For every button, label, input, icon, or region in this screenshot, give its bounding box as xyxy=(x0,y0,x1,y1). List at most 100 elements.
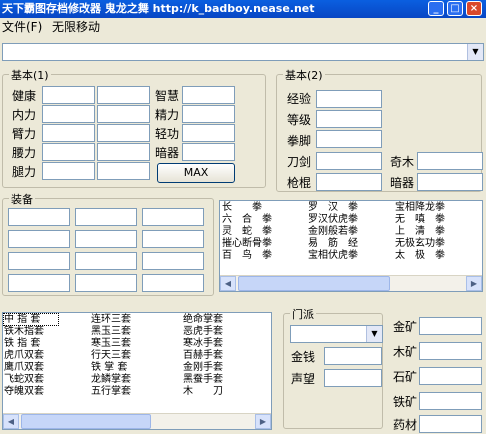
chevron-down-icon[interactable]: ▼ xyxy=(467,44,483,60)
minimize-button[interactable]: _ xyxy=(428,1,444,16)
lightness-field[interactable] xyxy=(182,124,235,142)
scroll-thumb[interactable] xyxy=(21,414,151,429)
maximize-button[interactable]: □ xyxy=(447,1,463,16)
list-item[interactable]: 黑玉三套 xyxy=(91,326,161,337)
internal-field-1[interactable] xyxy=(42,105,95,123)
list-item[interactable]: 灵 蛇 拳 xyxy=(222,226,292,237)
waist-field-2[interactable] xyxy=(97,143,150,161)
arm-field-2[interactable] xyxy=(97,124,150,142)
equip-slot-7[interactable] xyxy=(8,252,70,270)
gold-ore-field[interactable] xyxy=(419,317,482,335)
equip-slot-8[interactable] xyxy=(75,252,137,270)
list-item[interactable]: 上 清 拳 xyxy=(395,226,465,237)
list-item[interactable]: 金刚般若拳 xyxy=(308,226,378,237)
list-item[interactable]: 龙鳞掌套 xyxy=(91,374,161,385)
equip-slot-6[interactable] xyxy=(142,230,204,248)
menu-file[interactable]: 文件(F) xyxy=(2,18,42,36)
leg-field-1[interactable] xyxy=(42,162,95,180)
label-energy: 精力 xyxy=(155,108,180,122)
wood-ore-field[interactable] xyxy=(419,342,482,360)
equip-slot-4[interactable] xyxy=(8,230,70,248)
health-field-2[interactable] xyxy=(97,86,150,104)
arrow-left-icon[interactable]: ◀ xyxy=(3,414,19,429)
equip-slot-11[interactable] xyxy=(75,274,137,292)
list-item[interactable]: 夺魄双套 xyxy=(4,386,74,397)
close-button[interactable]: × xyxy=(466,1,482,16)
iron-ore-field[interactable] xyxy=(419,392,482,410)
list-item[interactable]: 五行掌套 xyxy=(91,386,161,397)
equip-slot-3[interactable] xyxy=(142,208,204,226)
label-iron-ore: 铁矿 xyxy=(393,395,418,409)
list-item[interactable]: 中 指 套 xyxy=(3,313,59,326)
list-item[interactable]: 黑蚕手套 xyxy=(183,374,253,385)
arm-field-1[interactable] xyxy=(42,124,95,142)
save-select[interactable]: ▼ xyxy=(2,43,484,61)
herbs-field[interactable] xyxy=(419,415,482,433)
arrow-left-icon[interactable]: ◀ xyxy=(220,276,236,291)
list-item[interactable]: 鹰爪双套 xyxy=(4,362,74,373)
arrow-right-icon[interactable]: ▶ xyxy=(466,276,482,291)
list-item[interactable]: 飞蛇双套 xyxy=(4,374,74,385)
anqi-field[interactable] xyxy=(417,173,483,191)
list-item[interactable]: 铁 掌 套 xyxy=(91,362,161,373)
moves-listbox[interactable]: 中 指 套 连环三套 绝命掌套 铁木指套 黑玉三套 恶虎手套 铁 指 套 寒玉三… xyxy=(2,312,272,430)
chevron-down-icon[interactable]: ▼ xyxy=(366,326,382,342)
label-gold-ore: 金矿 xyxy=(393,320,418,334)
list-item[interactable]: 长 拳 xyxy=(222,202,292,213)
list-item[interactable]: 太 极 拳 xyxy=(395,250,465,261)
skills-scrollbar[interactable]: ◀ ▶ xyxy=(220,275,482,291)
list-item[interactable]: 百 鸟 拳 xyxy=(222,250,292,261)
list-item[interactable]: 铁木指套 xyxy=(4,326,74,337)
exp-field[interactable] xyxy=(316,90,382,108)
label-stone-ore: 石矿 xyxy=(393,370,418,384)
sword-field[interactable] xyxy=(316,152,382,170)
list-item[interactable]: 摧心断骨拳 xyxy=(222,238,292,249)
list-item[interactable]: 罗汉伏虎拳 xyxy=(308,214,378,225)
list-item[interactable]: 罗 汉 拳 xyxy=(308,202,378,213)
qimu-field[interactable] xyxy=(417,152,483,170)
list-item[interactable]: 虎爪双套 xyxy=(4,350,74,361)
equip-slot-5[interactable] xyxy=(75,230,137,248)
list-item[interactable]: 行天三套 xyxy=(91,350,161,361)
list-item[interactable]: 木 刀 xyxy=(183,386,253,397)
hidden-weapon-field[interactable] xyxy=(182,143,235,161)
list-item[interactable]: 寒玉三套 xyxy=(91,338,161,349)
fist-field[interactable] xyxy=(316,130,382,148)
equip-slot-2[interactable] xyxy=(75,208,137,226)
spear-field[interactable] xyxy=(316,173,382,191)
list-item[interactable]: 连环三套 xyxy=(91,314,161,325)
list-item[interactable]: 恶虎手套 xyxy=(183,326,253,337)
level-field[interactable] xyxy=(316,110,382,128)
list-item[interactable]: 宝相降龙拳 xyxy=(395,202,465,213)
money-field[interactable] xyxy=(324,347,382,365)
wisdom-field[interactable] xyxy=(182,86,235,104)
sect-select[interactable]: ▼ xyxy=(290,325,383,343)
waist-field-1[interactable] xyxy=(42,143,95,161)
list-item[interactable]: 无极玄功拳 xyxy=(395,238,465,249)
arrow-right-icon[interactable]: ▶ xyxy=(255,414,271,429)
list-item[interactable]: 铁 指 套 xyxy=(4,338,74,349)
energy-field[interactable] xyxy=(182,105,235,123)
equip-slot-9[interactable] xyxy=(142,252,204,270)
list-item[interactable]: 百赫手套 xyxy=(183,350,253,361)
stone-ore-field[interactable] xyxy=(419,367,482,385)
list-item[interactable]: 寒冰手套 xyxy=(183,338,253,349)
equip-slot-10[interactable] xyxy=(8,274,70,292)
internal-field-2[interactable] xyxy=(97,105,150,123)
health-field-1[interactable] xyxy=(42,86,95,104)
max-button[interactable]: MAX xyxy=(157,163,235,183)
skills-listbox[interactable]: 长 拳 罗 汉 拳 宝相降龙拳 六 合 拳 罗汉伏虎拳 无 嗔 拳 灵 蛇 拳 … xyxy=(219,200,483,292)
list-item[interactable]: 无 嗔 拳 xyxy=(395,214,465,225)
equip-slot-1[interactable] xyxy=(8,208,70,226)
equip-slot-12[interactable] xyxy=(142,274,204,292)
list-item[interactable]: 六 合 拳 xyxy=(222,214,292,225)
list-item[interactable]: 绝命掌套 xyxy=(183,314,253,325)
list-item[interactable]: 易 筋 经 xyxy=(308,238,378,249)
moves-scrollbar[interactable]: ◀ ▶ xyxy=(3,413,271,429)
fame-field[interactable] xyxy=(324,369,382,387)
list-item[interactable]: 金刚手套 xyxy=(183,362,253,373)
scroll-thumb[interactable] xyxy=(238,276,390,291)
list-item[interactable]: 宝相伏虎拳 xyxy=(308,250,378,261)
menu-infinite-move[interactable]: 无限移动 xyxy=(52,18,100,36)
leg-field-2[interactable] xyxy=(97,162,150,180)
